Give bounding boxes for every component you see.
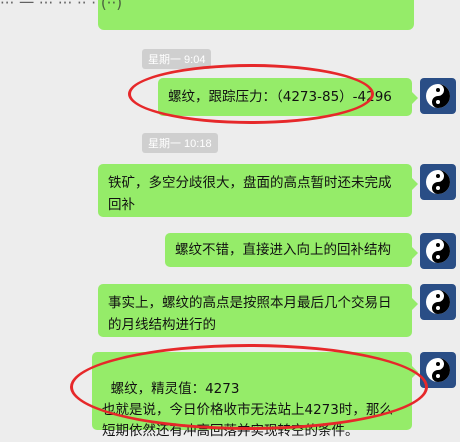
- message-bubble[interactable]: 螺纹不错，直接进入向上的回补结构: [165, 233, 418, 267]
- timestamp: 星期一 9:04: [142, 49, 212, 69]
- yin-yang-icon: [426, 170, 450, 194]
- timestamp: 星期一 10:18: [142, 133, 218, 153]
- yin-yang-icon: [426, 84, 450, 108]
- message-text: 事实上，螺纹的高点是按照本月最后几个交易日的月线结构进行的: [108, 295, 392, 333]
- message-text: 螺纹，精灵值：4273 也就是说，今日价格收市无法站上4273时，那么短期依然还…: [102, 381, 393, 439]
- avatar[interactable]: [420, 233, 456, 269]
- chat-top-area: ··· 一 ··· ··· ·· · (··): [0, 0, 460, 36]
- yin-yang-icon: [426, 358, 450, 382]
- yin-yang-icon: [426, 239, 450, 263]
- message-text: 螺纹不错，直接进入向上的回补结构: [175, 242, 391, 258]
- message-bubble[interactable]: 铁矿，多空分歧很大，盘面的高点暂时还未完成回补: [98, 164, 418, 217]
- message-bubble[interactable]: 事实上，螺纹的高点是按照本月最后几个交易日的月线结构进行的: [98, 284, 418, 337]
- yin-yang-icon: [426, 290, 450, 314]
- avatar[interactable]: [420, 78, 456, 114]
- chat-title: ··· 一 ··· ··· ·· · (··): [0, 0, 123, 12]
- avatar[interactable]: [420, 164, 456, 200]
- message-text: 铁矿，多空分歧很大，盘面的高点暂时还未完成回补: [108, 175, 392, 213]
- message-bubble[interactable]: 螺纹，精灵值：4273 也就是说，今日价格收市无法站上4273时，那么短期依然还…: [92, 352, 418, 439]
- partial-message-bubble[interactable]: [98, 0, 414, 30]
- avatar[interactable]: [420, 284, 456, 320]
- message-text: 螺纹，跟踪压力：（4273-85）-4296: [168, 89, 392, 105]
- avatar[interactable]: [420, 352, 456, 388]
- message-bubble[interactable]: 螺纹，跟踪压力：（4273-85）-4296: [158, 78, 418, 116]
